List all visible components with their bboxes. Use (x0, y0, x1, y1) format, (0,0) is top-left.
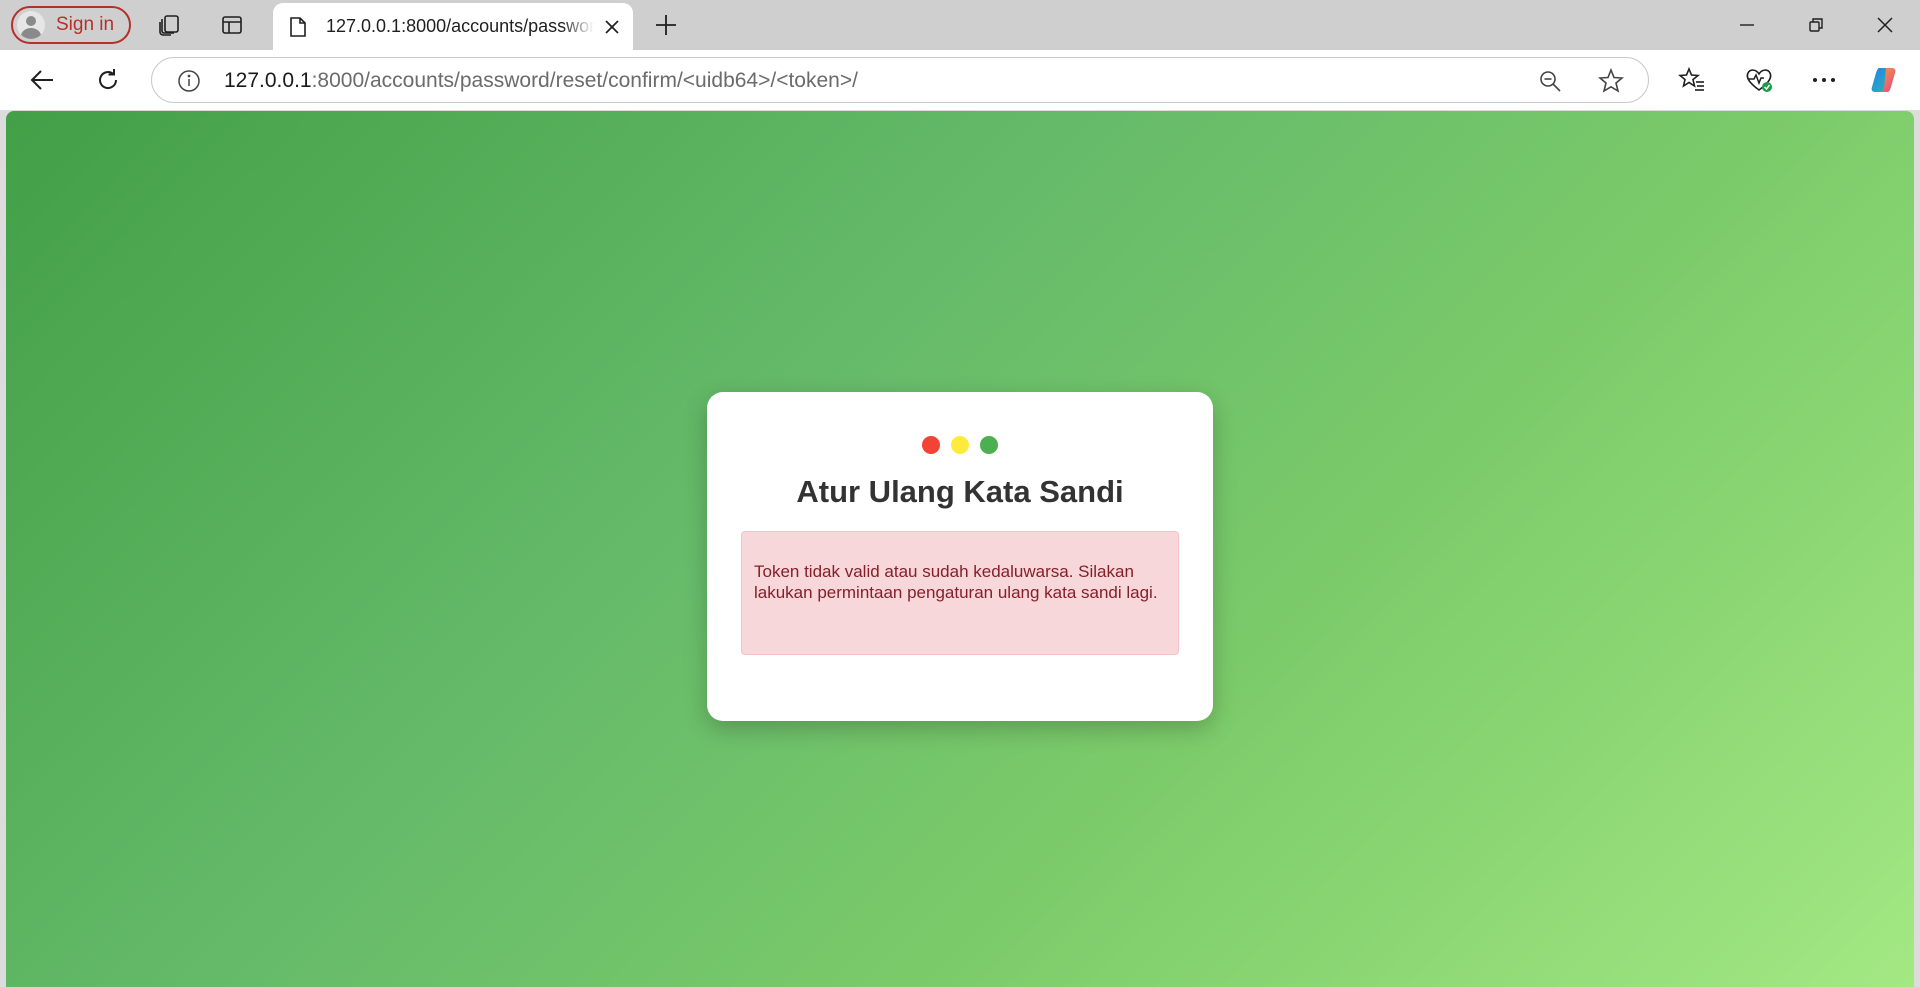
restore-button[interactable] (1793, 8, 1839, 42)
favorites-icon (1678, 66, 1704, 91)
profile-avatar-icon (17, 11, 45, 39)
favorite-star-icon[interactable] (1598, 68, 1624, 94)
page-title: Atur Ulang Kata Sandi (796, 474, 1124, 509)
tab-actions-icon[interactable] (218, 11, 246, 39)
more-button[interactable] (1807, 63, 1841, 97)
browser-essentials-button[interactable] (1742, 63, 1776, 97)
minimize-icon (1740, 24, 1754, 26)
close-icon (1877, 17, 1893, 33)
tab-strip: Sign in 127.0.0.1:8000/accounts/password… (0, 0, 1920, 50)
yellow-dot-icon (951, 436, 969, 454)
red-dot-icon (922, 436, 940, 454)
workspaces-icon[interactable] (156, 11, 184, 39)
back-button[interactable] (25, 63, 59, 97)
more-icon (1813, 78, 1835, 82)
new-tab-button[interactable] (652, 11, 680, 39)
window-dots (707, 436, 1213, 454)
reset-password-card: Atur Ulang Kata Sandi Token tidak valid … (707, 392, 1213, 721)
address-bar[interactable]: 127.0.0.1:8000/accounts/password/reset/c… (151, 57, 1649, 103)
error-alert: Token tidak valid atau sudah kedaluwarsa… (741, 531, 1179, 655)
page-viewport: Atur Ulang Kata Sandi Token tidak valid … (6, 111, 1914, 987)
minimize-button[interactable] (1724, 8, 1770, 42)
site-info-icon[interactable] (176, 68, 202, 94)
back-arrow-icon (30, 70, 53, 90)
sign-in-label: Sign in (56, 14, 115, 35)
plus-icon (656, 15, 676, 35)
refresh-button[interactable] (91, 63, 125, 97)
url-path: :8000/accounts/password/reset/confirm/<u… (311, 69, 858, 92)
favorites-button[interactable] (1675, 63, 1709, 97)
green-dot-icon (980, 436, 998, 454)
active-tab[interactable]: 127.0.0.1:8000/accounts/password/reset/c… (273, 3, 633, 50)
close-window-button[interactable] (1862, 8, 1908, 42)
heart-pulse-icon (1746, 69, 1772, 92)
tab-title: 127.0.0.1:8000/accounts/password/reset/c… (326, 16, 594, 36)
document-icon (286, 15, 310, 39)
zoom-out-icon[interactable] (1537, 68, 1563, 94)
restore-icon (1809, 18, 1823, 32)
close-tab-icon[interactable] (600, 15, 624, 39)
copilot-icon (1871, 68, 1896, 92)
sign-in-button[interactable]: Sign in (11, 6, 131, 44)
copilot-button[interactable] (1869, 63, 1903, 97)
url-text[interactable]: 127.0.0.1:8000/accounts/password/reset/c… (224, 69, 858, 93)
refresh-icon (99, 69, 118, 89)
browser-toolbar: 127.0.0.1:8000/accounts/password/reset/c… (0, 50, 1920, 110)
url-host: 127.0.0.1 (224, 69, 312, 92)
